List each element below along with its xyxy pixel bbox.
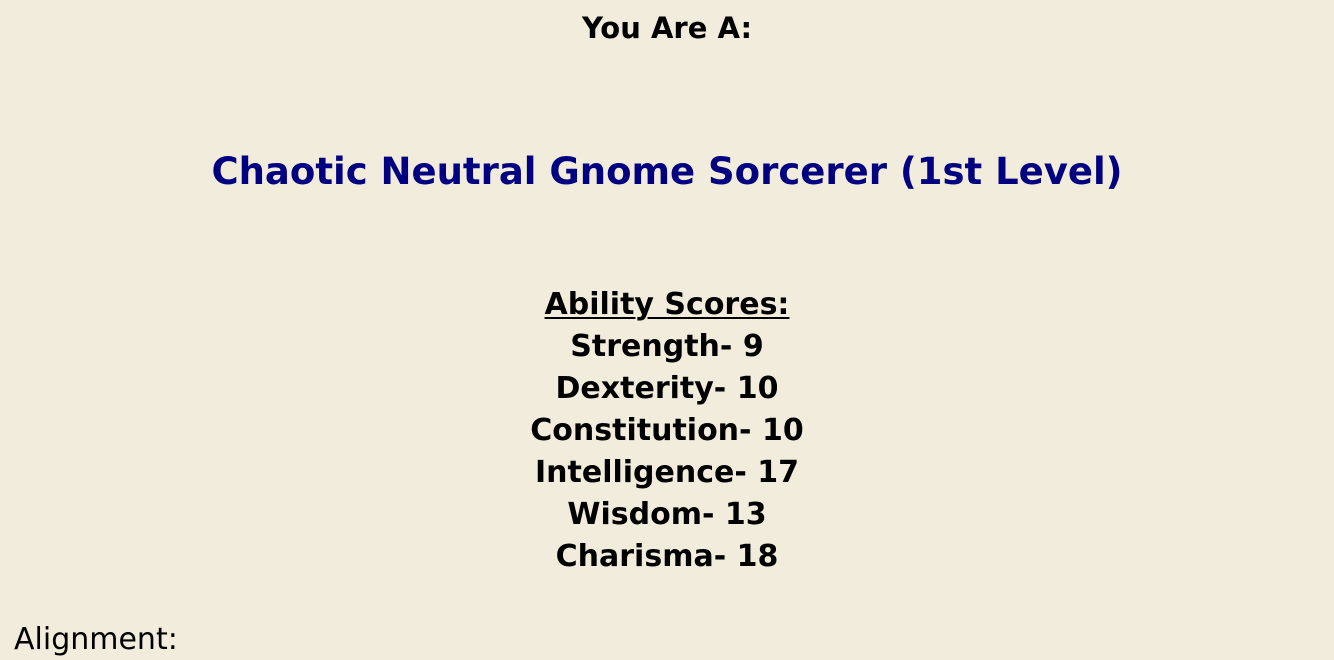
ability-value: 10	[761, 413, 804, 448]
ability-name: Strength	[570, 329, 720, 364]
result-title: Chaotic Neutral Gnome Sorcerer (1st Leve…	[211, 150, 1123, 193]
ability-value: 10	[736, 371, 779, 406]
you-are-label: You Are A:	[581, 11, 753, 45]
ability-scores-section: Ability Scores: Strength 9 Dexterity 10 Co…	[0, 284, 1334, 578]
ability-value: 9	[742, 329, 764, 364]
ability-value: 13	[724, 497, 767, 532]
ability-dexterity: Dexterity 10	[0, 368, 1334, 410]
ability-charisma: Charisma 18	[0, 536, 1334, 578]
ability-scores-heading: Ability Scores:	[544, 287, 790, 322]
ability-strength: Strength 9	[0, 326, 1334, 368]
alignment-label: Alignment:	[14, 622, 178, 657]
ability-name: Wisdom	[567, 497, 702, 532]
ability-intelligence: Intelligence 17	[0, 452, 1334, 494]
ability-constitution: Constitution 10	[0, 410, 1334, 452]
ability-wisdom: Wisdom 13	[0, 494, 1334, 536]
ability-value: 18	[736, 539, 779, 574]
ability-name: Dexterity	[555, 371, 714, 406]
ability-value: 17	[757, 455, 800, 490]
ability-name: Charisma	[555, 539, 714, 574]
ability-name: Constitution	[530, 413, 740, 448]
ability-name: Intelligence	[534, 455, 735, 490]
